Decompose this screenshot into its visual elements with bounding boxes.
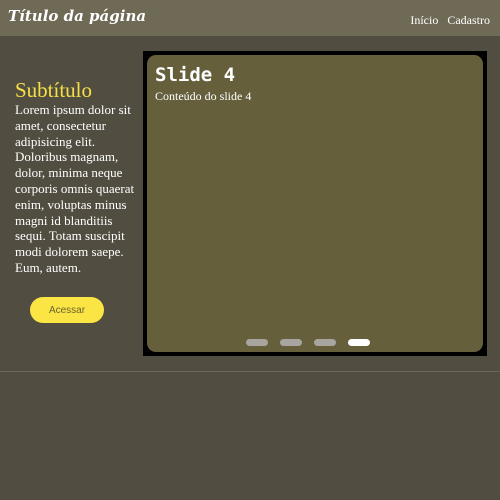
slider-dot-1[interactable] xyxy=(246,339,268,346)
access-button[interactable]: Acessar xyxy=(30,297,104,323)
sidebar: Subtítulo Lorem ipsum dolor sit amet, co… xyxy=(15,79,137,276)
divider xyxy=(0,371,500,372)
slider-dot-4[interactable] xyxy=(348,339,370,346)
header: Título da página Início Cadastro xyxy=(0,0,500,36)
subtitle: Subtítulo xyxy=(15,78,93,102)
main-nav: Início Cadastro xyxy=(410,13,490,28)
slide-title: Slide 4 xyxy=(155,64,236,86)
slider: Slide 4 Conteúdo do slide 4 xyxy=(143,51,487,356)
slide-content: Conteúdo do slide 4 xyxy=(155,89,252,103)
slider-dots xyxy=(246,339,370,346)
slider-dot-2[interactable] xyxy=(280,339,302,346)
page-title: Título da página xyxy=(8,7,147,25)
slider-dot-3[interactable] xyxy=(314,339,336,346)
sidebar-text: Lorem ipsum dolor sit amet, consectetur … xyxy=(15,102,135,275)
nav-link-cadastro[interactable]: Cadastro xyxy=(447,13,490,28)
slide: Slide 4 Conteúdo do slide 4 xyxy=(147,55,483,352)
nav-link-inicio[interactable]: Início xyxy=(410,13,438,28)
